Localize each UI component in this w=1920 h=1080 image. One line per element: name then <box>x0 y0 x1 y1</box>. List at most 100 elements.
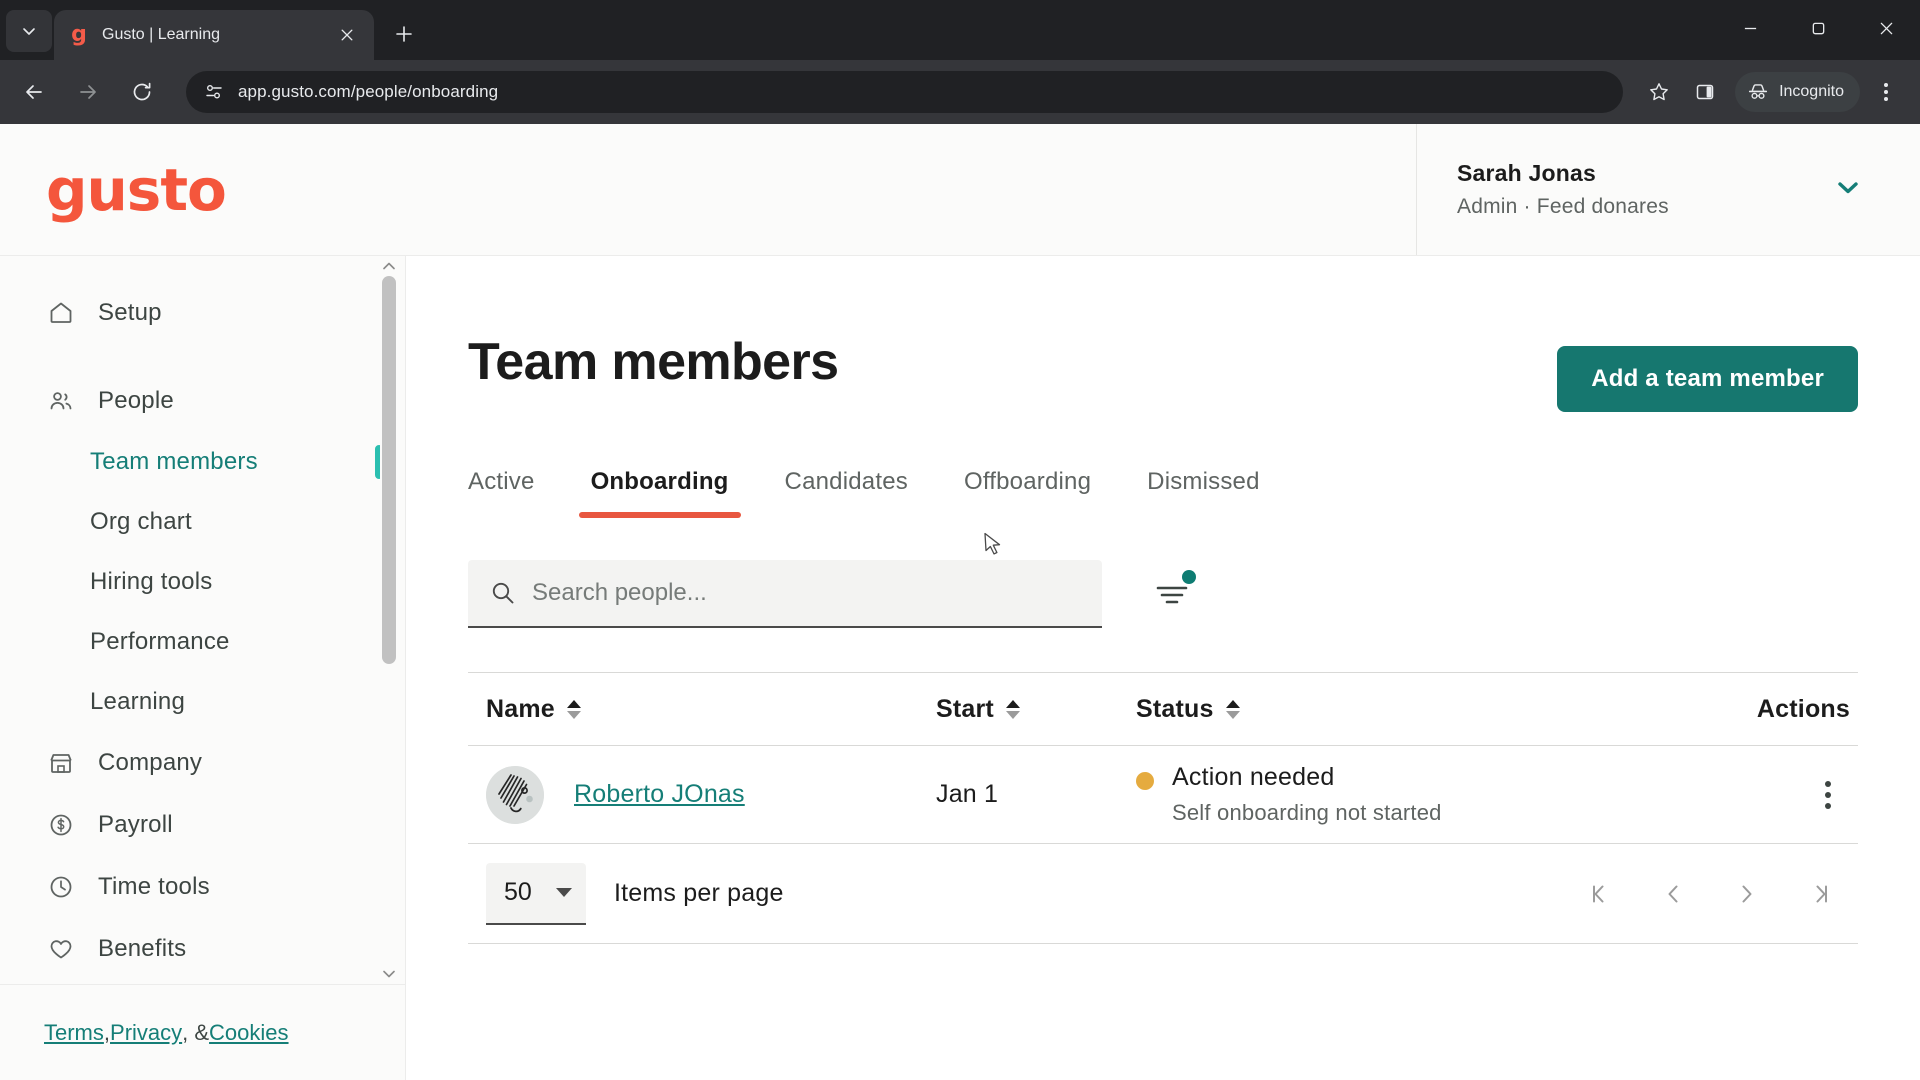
sort-toggle-icon[interactable] <box>566 699 581 719</box>
table-header-row: Name Start Status Actions <box>468 672 1858 746</box>
user-menu[interactable]: Sarah Jonas Admin · Feed donares <box>1417 124 1920 255</box>
minimize-icon <box>1744 27 1756 29</box>
sidebar-item-label: Setup <box>98 299 162 326</box>
heart-icon <box>46 934 76 964</box>
sidebar-item-payroll[interactable]: Payroll <box>0 794 405 856</box>
sidebar-item-org-chart[interactable]: Org chart <box>0 492 405 552</box>
home-icon <box>46 298 76 328</box>
sidebar-scrollbar[interactable] <box>380 256 398 984</box>
maximize-window-button[interactable] <box>1784 0 1852 56</box>
filter-button[interactable] <box>1150 570 1196 616</box>
team-members-table: Name Start Status Actions Roberto JOnas … <box>468 672 1858 944</box>
table-row: Roberto JOnas Jan 1 Action needed Self o… <box>468 746 1858 844</box>
side-panel-button[interactable] <box>1685 72 1725 112</box>
address-bar[interactable]: app.gusto.com/people/onboarding <box>186 71 1624 113</box>
sort-toggle-icon[interactable] <box>1005 699 1020 719</box>
sidebar-item-label: Time tools <box>98 873 210 900</box>
items-per-page-value: 50 <box>504 878 532 906</box>
scroll-up-arrow-icon[interactable] <box>380 256 398 276</box>
items-per-page-select[interactable]: 50 <box>486 862 586 925</box>
browser-menu-button[interactable] <box>1866 69 1906 115</box>
back-button[interactable] <box>14 72 54 112</box>
scrollbar-thumb[interactable] <box>382 276 396 664</box>
title-row: Team members Add a team member <box>468 256 1858 412</box>
search-input[interactable] <box>532 579 1080 607</box>
filter-active-badge <box>1182 570 1196 584</box>
footer-sep: , & <box>182 1019 210 1045</box>
tab-search-button[interactable] <box>6 10 52 52</box>
maximize-icon <box>1812 22 1824 34</box>
last-page-button[interactable] <box>1784 866 1858 922</box>
column-header-name[interactable]: Name <box>468 695 936 724</box>
tab-bar: Active Onboarding Candidates Offboarding… <box>468 454 1858 518</box>
site-settings-icon[interactable] <box>202 80 226 104</box>
sidebar-item-label: Company <box>98 749 203 776</box>
browser-tab[interactable]: g Gusto | Learning <box>54 10 374 60</box>
add-team-member-button[interactable]: Add a team member <box>1557 346 1858 412</box>
page-content: gusto Sarah Jonas Admin · Feed donares S… <box>0 124 1920 1080</box>
incognito-indicator[interactable]: Incognito <box>1735 72 1860 112</box>
tab-candidates[interactable]: Candidates <box>785 468 908 518</box>
person-avatar-icon <box>486 765 544 824</box>
app-header: gusto Sarah Jonas Admin · Feed donares <box>0 124 1920 256</box>
sidebar-item-team-members[interactable]: Team members <box>0 432 405 492</box>
first-page-button[interactable] <box>1562 866 1636 922</box>
bookmark-button[interactable] <box>1639 72 1679 112</box>
column-header-status[interactable]: Status <box>1136 695 1678 724</box>
tab-title: Gusto | Learning <box>102 26 221 43</box>
scroll-down-arrow-icon[interactable] <box>380 964 398 984</box>
forward-button[interactable] <box>68 72 108 112</box>
user-name: Sarah Jonas <box>1457 160 1596 186</box>
sidebar-item-learning[interactable]: Learning <box>0 672 405 732</box>
next-page-icon <box>1742 885 1752 902</box>
sidebar-item-setup[interactable]: Setup <box>0 282 405 344</box>
close-window-button[interactable] <box>1852 0 1920 56</box>
filter-icon <box>1156 586 1188 604</box>
first-page-icon <box>1593 885 1604 902</box>
site-settings-icon <box>206 85 222 99</box>
tab-dismissed[interactable]: Dismissed <box>1147 468 1259 518</box>
chevron-down-icon <box>1838 181 1858 193</box>
page-title: Team members <box>468 333 839 391</box>
member-name-link[interactable]: Roberto JOnas <box>574 780 745 809</box>
sidebar-item-people[interactable]: People <box>0 370 405 432</box>
browser-toolbar: app.gusto.com/people/onboarding Incognit… <box>0 60 1920 124</box>
back-arrow-icon <box>26 85 42 99</box>
sort-toggle-icon[interactable] <box>1225 699 1240 719</box>
sidebar-item-hiring-tools[interactable]: Hiring tools <box>0 552 405 612</box>
sort-asc-arrow <box>1225 699 1240 708</box>
gusto-logo[interactable]: gusto <box>46 161 227 219</box>
previous-page-button[interactable] <box>1636 866 1710 922</box>
sidebar-item-performance[interactable]: Performance <box>0 612 405 672</box>
chevron-down-icon <box>23 28 35 35</box>
cookies-link[interactable]: Cookies <box>209 1020 288 1046</box>
column-header-start[interactable]: Start <box>936 695 1136 724</box>
sidebar-item-benefits[interactable]: Benefits <box>0 918 405 980</box>
tab-active[interactable]: Active <box>468 468 535 518</box>
user-menu-caret[interactable] <box>1834 173 1862 206</box>
tab-offboarding[interactable]: Offboarding <box>964 468 1091 518</box>
search-icon <box>492 582 514 604</box>
body-row: Setup People Team members Org chart Hiri… <box>0 256 1920 1080</box>
reload-button[interactable] <box>122 72 162 112</box>
sidebar-item-company[interactable]: Company <box>0 732 405 794</box>
tab-onboarding[interactable]: Onboarding <box>578 468 741 518</box>
minimize-window-button[interactable] <box>1716 0 1784 56</box>
member-start-date: Jan 1 <box>936 780 999 808</box>
next-page-button[interactable] <box>1710 866 1784 922</box>
sidebar-item-time-tools[interactable]: Time tools <box>0 856 405 918</box>
new-tab-button[interactable] <box>386 16 422 52</box>
menu-dot <box>1884 90 1888 94</box>
menu-dot <box>1884 83 1888 87</box>
row-actions-menu-button[interactable] <box>1806 773 1850 817</box>
items-per-page-label: Items per page <box>614 879 784 907</box>
close-tab-button[interactable] <box>334 22 360 48</box>
dollar-circle-icon <box>46 810 76 840</box>
sort-desc-arrow <box>1005 710 1020 719</box>
browser-tab-strip: g Gusto | Learning <box>0 0 1920 60</box>
terms-link[interactable]: Terms <box>44 1020 104 1046</box>
search-field-wrapper[interactable] <box>468 560 1102 628</box>
sidebar-item-label: Learning <box>90 688 186 715</box>
toolbar-actions: Incognito <box>1633 69 1906 115</box>
privacy-link[interactable]: Privacy <box>110 1020 182 1046</box>
